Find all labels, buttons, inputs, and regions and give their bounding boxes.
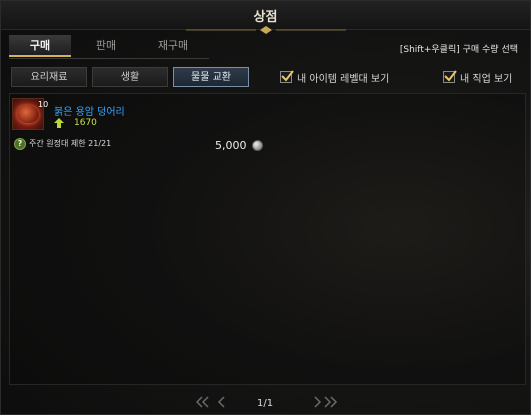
purchase-limit: 주간 원정대 제한 21/21 — [29, 139, 112, 148]
filter-my-class[interactable]: 내 직업 보기 — [443, 69, 512, 85]
category-life[interactable]: 생활 — [92, 67, 168, 87]
tab-divider — [9, 58, 209, 59]
checkmark-icon — [281, 70, 294, 82]
tab-sell-label: 판매 — [95, 39, 117, 52]
item-price: 5,000 — [215, 139, 247, 152]
category-label: 물물 교환 — [191, 72, 231, 83]
shift-click-hint: [Shift+우클릭] 구매 수량 선택 — [399, 45, 518, 55]
prev-page-icon[interactable] — [215, 396, 227, 408]
silver-coin-icon — [252, 140, 263, 151]
item-level-checkbox[interactable] — [280, 70, 294, 83]
category-label: 생활 — [120, 72, 140, 83]
checkmark-icon — [444, 70, 457, 82]
category-barter[interactable]: 물물 교환 — [173, 67, 249, 87]
filter-item-level[interactable]: 내 아이템 레벨대 보기 — [280, 69, 389, 85]
tab-rebuy[interactable]: 재구매 — [141, 35, 205, 57]
tab-sell[interactable]: 판매 — [77, 35, 135, 57]
item-level: 1670 — [74, 118, 97, 128]
list-item[interactable]: 10 붉은 용암 덩어리 1670 ? 주간 원정대 제한 21/21 5,00… — [12, 96, 272, 152]
item-level-icon — [54, 118, 64, 128]
category-cooking-ingredients[interactable]: 요리재료 — [11, 67, 87, 87]
shop-window: 상점 구매 판매 재구매 [Shift+우클릭] 구매 수량 선택 요리재료 생… — [0, 0, 531, 415]
item-quantity: 10 — [38, 100, 49, 109]
window-title: 상점 — [253, 10, 278, 25]
category-label: 요리재료 — [30, 72, 68, 83]
filter-label: 내 아이템 레벨대 보기 — [297, 73, 390, 85]
tab-rebuy-label: 재구매 — [157, 39, 189, 52]
shop-item-list: 10 붉은 용암 덩어리 1670 ? 주간 원정대 제한 21/21 5,00… — [9, 93, 526, 385]
filter-label: 내 직업 보기 — [460, 73, 513, 85]
title-ornament-icon — [186, 26, 346, 34]
help-icon[interactable]: ? — [14, 138, 26, 150]
last-page-icon[interactable] — [323, 396, 347, 408]
my-class-checkbox[interactable] — [443, 70, 457, 83]
item-name: 붉은 용암 덩어리 — [54, 107, 125, 118]
tab-buy-label: 구매 — [29, 39, 51, 52]
page-indicator: 1/1 — [257, 398, 274, 409]
tab-buy[interactable]: 구매 — [9, 35, 71, 57]
